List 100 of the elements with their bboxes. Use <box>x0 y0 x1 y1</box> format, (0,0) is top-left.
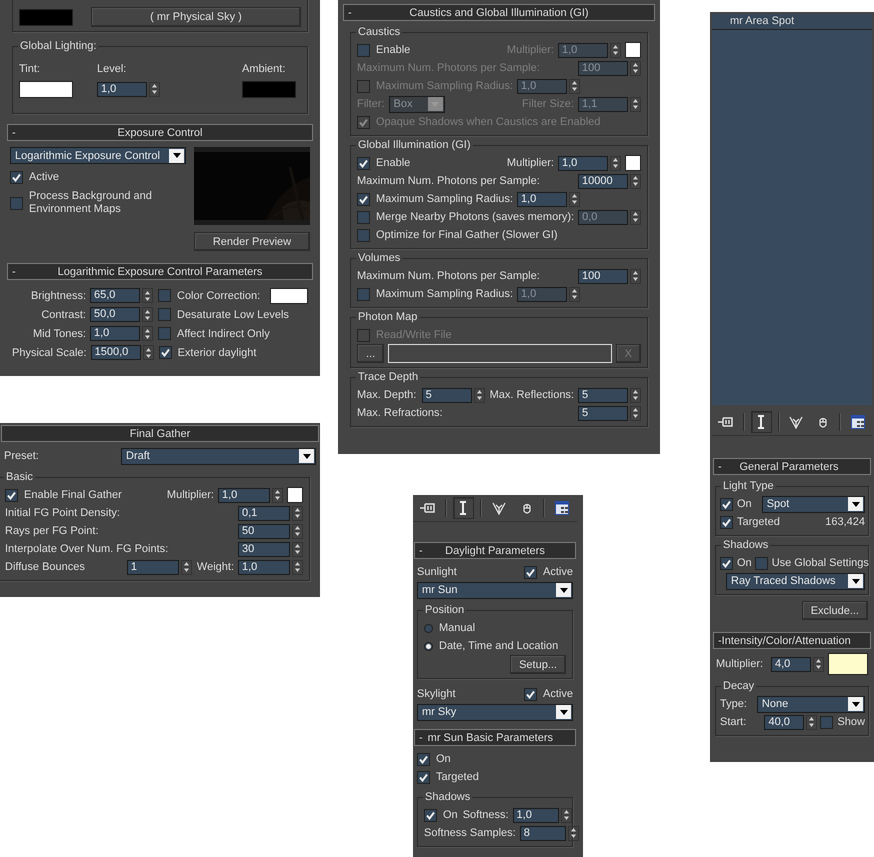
field-label: 163,424 <box>825 516 865 528</box>
spinner-arrows-icon <box>182 561 190 573</box>
dropdown[interactable]: mr Sky <box>417 704 573 720</box>
field-label: Skylight <box>417 688 456 700</box>
group-title: Photon Map <box>356 310 420 324</box>
dropdown[interactable]: Spot <box>762 496 865 512</box>
collapse-toggle[interactable]: - <box>12 126 30 138</box>
checkbox[interactable]: Use Global Settings <box>754 556 869 570</box>
collapse-toggle[interactable]: - <box>348 6 366 18</box>
color-swatch[interactable] <box>19 8 73 26</box>
color-swatch[interactable] <box>242 80 296 98</box>
color-swatch[interactable] <box>19 80 73 98</box>
collapse-toggle[interactable]: - <box>419 732 428 744</box>
color-swatch[interactable] <box>287 487 303 503</box>
group-title: Global Illumination (GI) <box>356 138 472 152</box>
rollout-header[interactable]: - mr Sun Basic Parameters <box>414 729 576 746</box>
push-button[interactable]: Render Preview <box>194 232 310 251</box>
text-field[interactable] <box>388 344 612 363</box>
checkbox[interactable]: Desaturate Low Levels <box>158 308 289 321</box>
color-swatch[interactable] <box>828 653 868 675</box>
field-label: Ambient: <box>242 63 286 75</box>
checkbox[interactable]: Merge Nearby Photons (saves memory): <box>357 210 574 224</box>
checkbox[interactable]: Targeted <box>720 516 780 528</box>
checkbox[interactable]: Color Correction: <box>158 289 260 302</box>
rollout-header[interactable]: - Caustics and Global Illumination (GI) <box>343 4 655 21</box>
rollout-header[interactable]: - Exposure Control <box>7 124 313 141</box>
rollout-header[interactable]: Final Gather <box>1 425 319 442</box>
name-field[interactable]: mr Area Spot <box>712 14 872 30</box>
spinner-arrows-icon <box>144 346 152 358</box>
rollout-header[interactable]: - General Parameters <box>713 458 871 475</box>
field-label: Multiplier: <box>506 44 554 56</box>
radio-button[interactable]: Manual <box>424 622 476 634</box>
rollout-header[interactable]: - Logarithmic Exposure Control Parameters <box>7 263 313 280</box>
color-swatch[interactable] <box>625 42 641 58</box>
spinner[interactable]: 1,0 <box>97 82 242 96</box>
checkbox[interactable]: Show <box>820 716 865 728</box>
spinner-arrows-icon <box>562 809 570 821</box>
checkbox[interactable]: Enable <box>357 156 410 170</box>
checkbox[interactable]: Active <box>524 688 573 700</box>
dropdown[interactable]: None <box>756 696 865 712</box>
collapse-toggle[interactable]: - <box>718 634 722 646</box>
spinner-arrows-icon <box>274 489 281 501</box>
checkbox[interactable]: On <box>417 752 451 766</box>
checkbox[interactable]: Active <box>524 566 573 578</box>
checkbox[interactable]: Affect Indirect Only <box>158 327 270 340</box>
rollout-title: mr Sun Basic Parameters <box>428 732 554 744</box>
push-button[interactable]: Exclude... <box>802 601 868 620</box>
field-label: Softness: <box>462 809 509 821</box>
caret-icon <box>852 702 860 706</box>
push-button[interactable]: ... <box>357 344 384 363</box>
window-icon <box>555 501 570 515</box>
checkbox[interactable]: Exterior daylight <box>158 346 256 359</box>
caret-icon <box>560 710 568 714</box>
fork-icon <box>492 501 506 515</box>
toolbar-button[interactable] <box>452 497 474 519</box>
push-button[interactable]: Setup... <box>510 655 566 674</box>
color-swatch[interactable] <box>270 288 308 304</box>
caret-icon <box>172 153 180 158</box>
push-button[interactable]: ( mr Physical Sky ) <box>91 7 301 27</box>
checkbox[interactable]: Active <box>10 170 59 184</box>
check-icon <box>722 558 731 568</box>
group-title: Global Lighting: <box>18 39 98 53</box>
checkbox[interactable]: Maximum Sampling Radius: <box>357 192 513 206</box>
field-label: Tint: <box>19 63 41 75</box>
spinner-arrows-icon <box>294 525 301 537</box>
checkbox[interactable]: On <box>720 498 752 510</box>
dropdown[interactable]: Ray Traced Shadows <box>726 572 865 590</box>
checkbox[interactable]: Enable <box>357 44 410 56</box>
check-icon <box>526 690 536 698</box>
radio-button[interactable]: Date, Time and Location <box>424 640 558 652</box>
checkbox[interactable]: Targeted <box>417 770 479 784</box>
rollout-header[interactable]: - Daylight Parameters <box>414 542 576 559</box>
check-icon <box>160 348 170 357</box>
check-icon <box>359 194 368 204</box>
checkbox[interactable]: Enable Final Gather <box>5 488 122 502</box>
checkbox[interactable]: Maximum Sampling Radius: <box>357 288 513 300</box>
collapse-toggle[interactable]: - <box>419 544 437 556</box>
caret-icon <box>852 578 860 584</box>
spinner-arrows-icon <box>612 157 619 169</box>
checkbox[interactable]: On <box>424 808 458 822</box>
field-label: Filter: <box>357 98 384 110</box>
pin-icon <box>718 416 734 428</box>
checkbox[interactable]: Process Background and Environment Maps <box>10 190 157 216</box>
field-label: Multiplier: <box>716 658 764 670</box>
collapse-toggle[interactable]: - <box>12 266 30 278</box>
collapse-toggle[interactable]: - <box>718 460 730 472</box>
caret-icon <box>852 502 860 506</box>
spinner-arrows-icon <box>144 290 151 302</box>
spinner-arrows-icon <box>476 389 483 401</box>
dropdown[interactable]: Draft <box>121 448 316 464</box>
spinner-arrows-icon <box>570 80 578 92</box>
dropdown[interactable]: mr Sun <box>417 582 573 598</box>
color-swatch[interactable] <box>625 155 641 171</box>
dropdown[interactable]: Logarithmic Exposure Control <box>10 147 186 164</box>
field-label: Brightness: <box>30 290 86 302</box>
checkbox[interactable]: On <box>720 556 752 570</box>
rollout-header[interactable]: -Intensity/Color/Attenuation <box>713 632 871 649</box>
field-label: Preset: <box>4 450 39 462</box>
toolbar-button[interactable] <box>750 411 772 433</box>
checkbox[interactable]: Optimize for Final Gather (Slower GI) <box>357 228 558 242</box>
